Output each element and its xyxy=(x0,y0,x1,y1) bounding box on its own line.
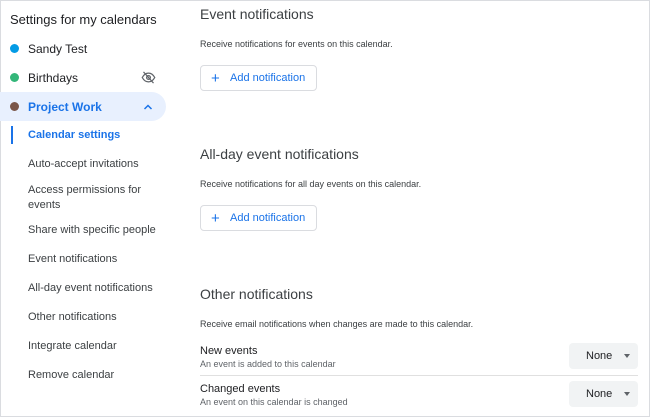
other-notifications-title: Other notifications xyxy=(200,286,313,302)
main-content: Event notifications Receive notification… xyxy=(200,0,640,417)
plus-icon: + xyxy=(211,209,220,227)
add-event-notification-button[interactable]: + Add notification xyxy=(200,65,317,91)
other-notifications-description: Receive email notifications when changes… xyxy=(200,319,474,329)
event-notifications-title: Event notifications xyxy=(200,6,314,22)
calendar-color-dot xyxy=(10,44,19,53)
visibility-off-icon[interactable] xyxy=(138,68,158,88)
setting-name: Changed events xyxy=(200,383,281,395)
active-indicator xyxy=(11,126,13,144)
nav-access-permissions[interactable]: Access permissions for events xyxy=(28,183,168,213)
nav-integrate-calendar[interactable]: Integrate calendar xyxy=(28,339,168,354)
setting-row-changed-events: Changed events An event on this calendar… xyxy=(200,378,638,416)
setting-name: New events xyxy=(200,345,258,357)
new-events-select[interactable]: None xyxy=(569,343,638,369)
calendar-item-project-work[interactable]: Project Work xyxy=(0,92,166,121)
sidebar: Settings for my calendars Sandy Test Bir… xyxy=(0,0,175,417)
setting-row-new-events: New events An event is added to this cal… xyxy=(200,340,638,378)
allday-notifications-title: All-day event notifications xyxy=(200,146,359,162)
calendar-color-dot xyxy=(10,102,19,111)
row-divider xyxy=(200,375,638,376)
calendar-item-sandy-test[interactable]: Sandy Test xyxy=(0,34,166,63)
chevron-up-icon[interactable] xyxy=(138,97,158,117)
plus-icon: + xyxy=(211,69,220,87)
event-notifications-description: Receive notifications for events on this… xyxy=(200,39,393,49)
nav-other-notifications[interactable]: Other notifications xyxy=(28,310,168,325)
caret-down-icon xyxy=(624,392,630,396)
add-notification-label: Add notification xyxy=(230,212,306,224)
select-value: None xyxy=(586,350,613,362)
nav-calendar-settings[interactable]: Calendar settings xyxy=(28,128,168,143)
calendar-item-label: Birthdays xyxy=(28,70,79,85)
setting-description: An event on this calendar is changed xyxy=(200,397,348,407)
calendar-item-label: Sandy Test xyxy=(28,41,88,56)
nav-event-notifications[interactable]: Event notifications xyxy=(28,252,168,267)
calendar-color-dot xyxy=(10,73,19,82)
calendar-item-label: Project Work xyxy=(28,99,102,114)
allday-notifications-description: Receive notifications for all day events… xyxy=(200,179,422,189)
select-value: None xyxy=(586,388,613,400)
changed-events-select[interactable]: None xyxy=(569,381,638,407)
nav-all-day-event-notifications[interactable]: All-day event notifications xyxy=(28,281,168,296)
nav-auto-accept-invitations[interactable]: Auto-accept invitations xyxy=(28,157,168,172)
add-notification-label: Add notification xyxy=(230,72,306,84)
setting-description: An event is added to this calendar xyxy=(200,359,336,369)
nav-share-with-specific-people[interactable]: Share with specific people xyxy=(28,223,168,238)
caret-down-icon xyxy=(624,354,630,358)
nav-remove-calendar[interactable]: Remove calendar xyxy=(28,368,168,383)
calendar-item-birthdays[interactable]: Birthdays xyxy=(0,63,166,92)
sidebar-heading: Settings for my calendars xyxy=(10,12,157,27)
add-allday-notification-button[interactable]: + Add notification xyxy=(200,205,317,231)
